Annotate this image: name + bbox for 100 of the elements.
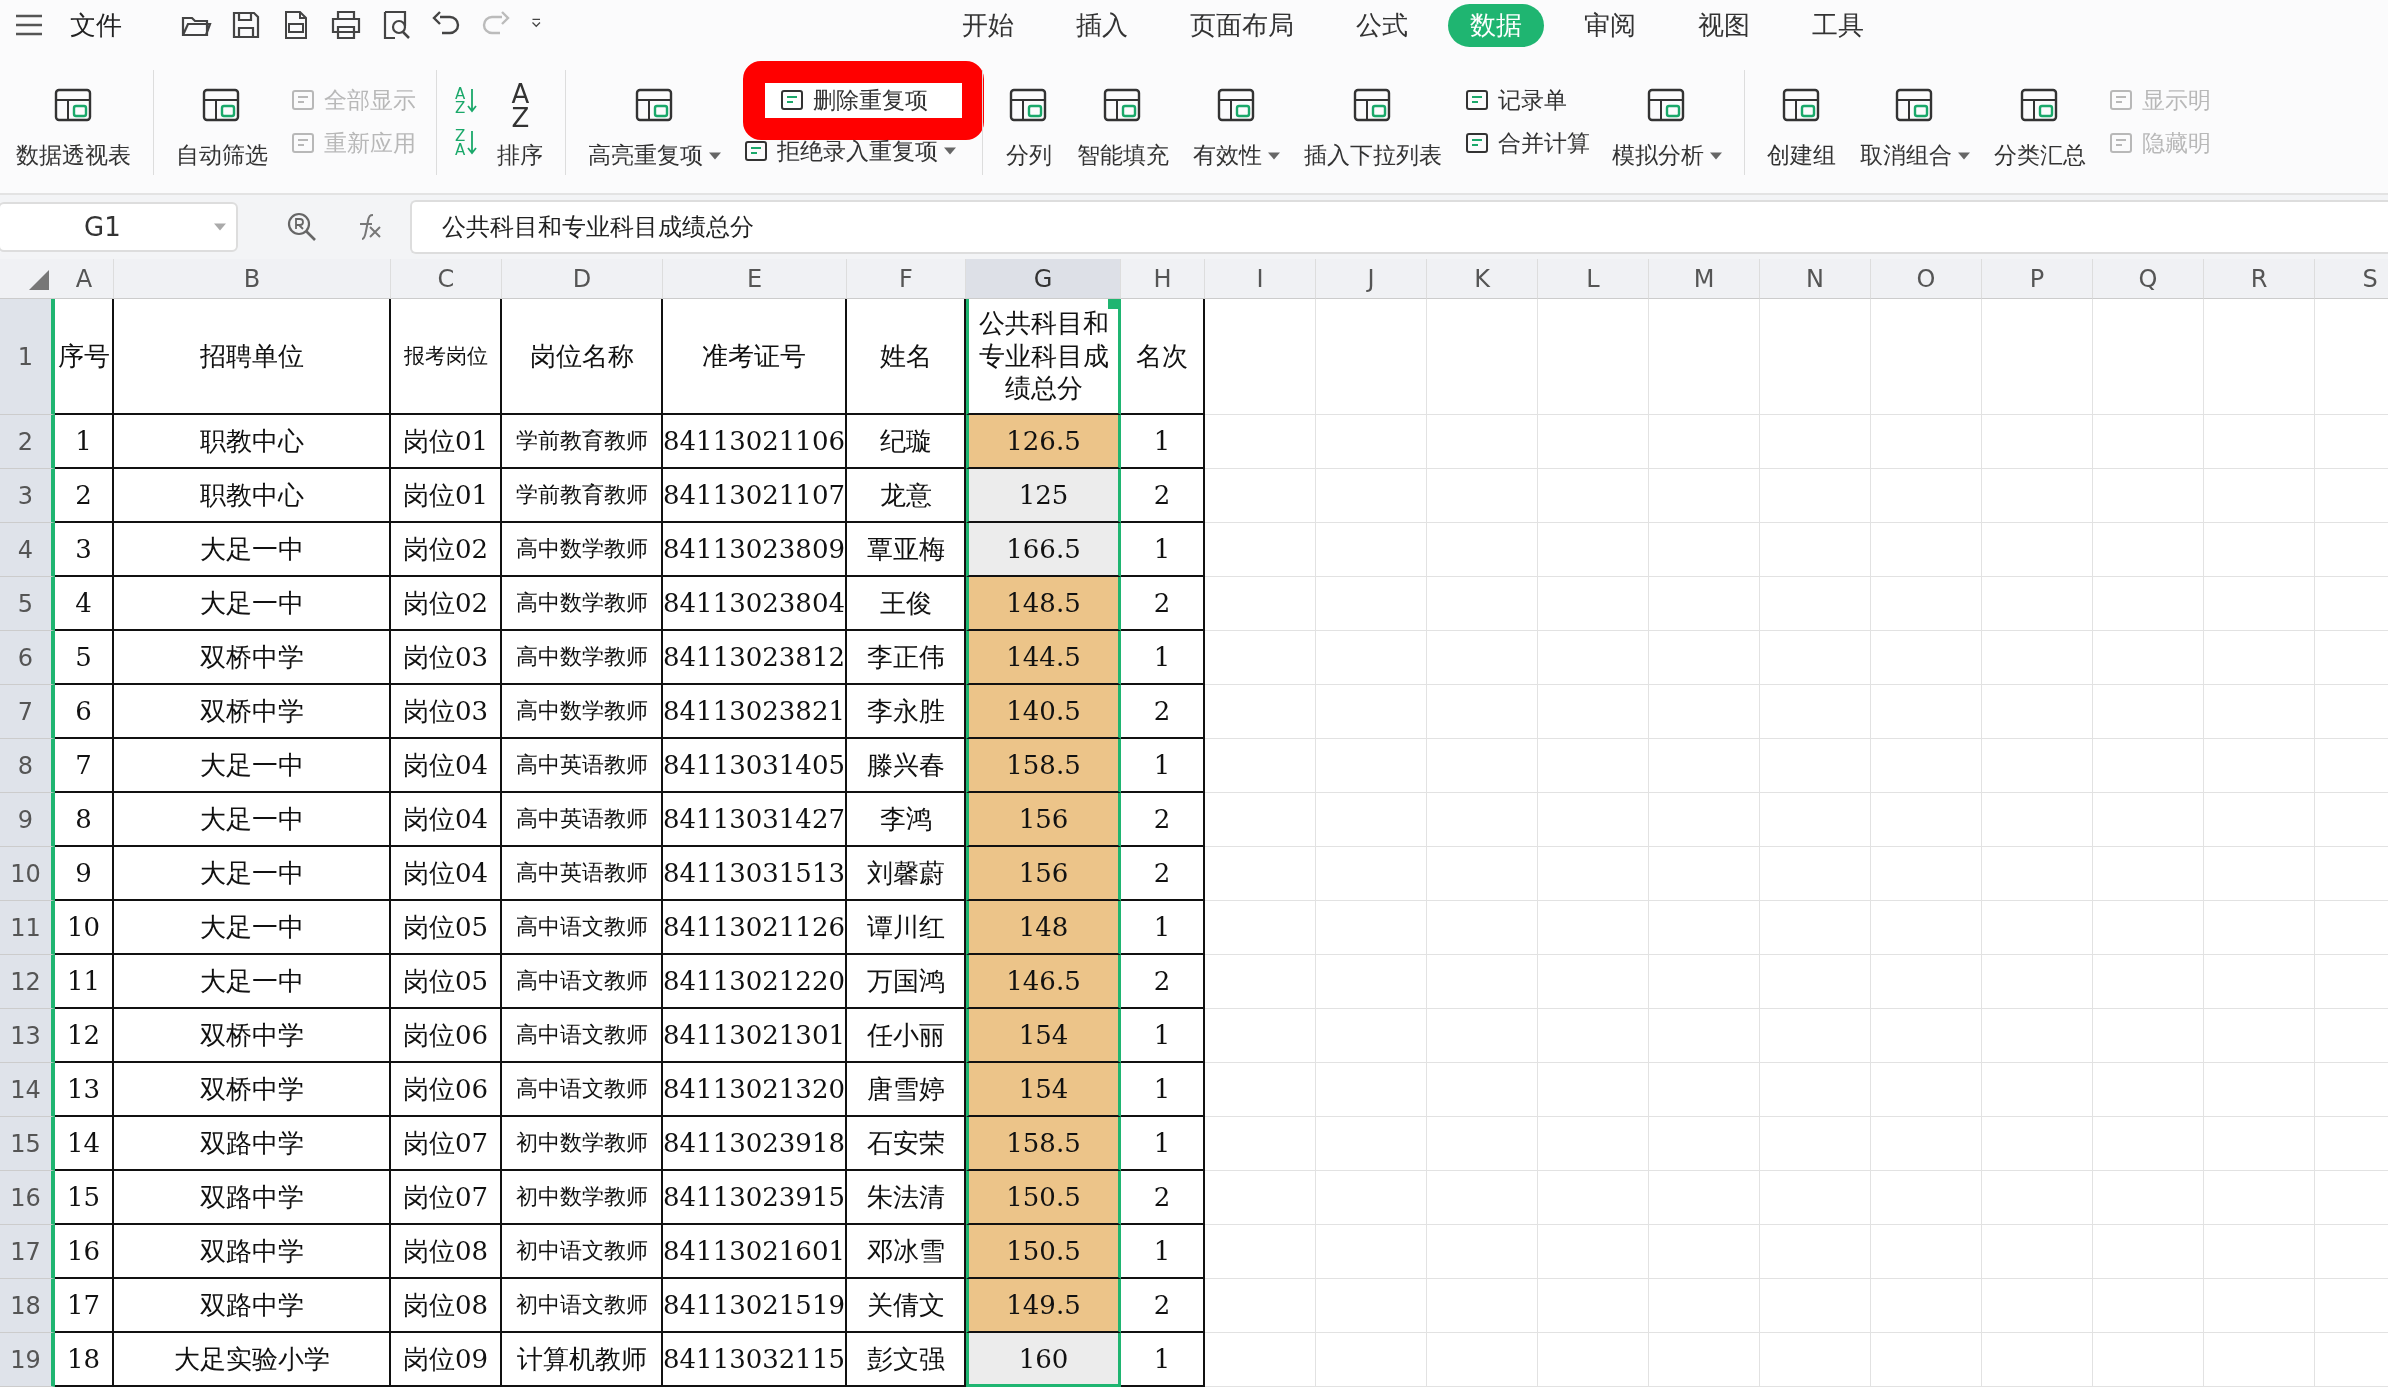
index-cell: 16 (55, 1225, 114, 1279)
rank-cell: 2 (1121, 577, 1205, 631)
header-cell: 报考岗位 (391, 299, 502, 415)
ribbon-button[interactable]: 记录单 (1460, 82, 1572, 118)
rank-cell: 1 (1121, 1333, 1205, 1387)
column-header[interactable]: Q (2093, 259, 2204, 299)
column-header[interactable]: H (1121, 259, 1205, 299)
column-header[interactable]: K (1427, 259, 1538, 299)
menu-icon[interactable] (14, 13, 44, 37)
row-header[interactable]: 8 (0, 739, 55, 793)
index-cell: 11 (55, 955, 114, 1009)
score-cell: 154 (966, 1063, 1121, 1117)
ribbon-button[interactable]: 取消组合 (1848, 50, 1983, 193)
ribbon-button[interactable]: 合并计算 (1460, 125, 1595, 161)
row-header[interactable]: 13 (0, 1009, 55, 1063)
unit-cell: 双路中学 (114, 1225, 391, 1279)
unit-cell: 大足实验小学 (114, 1333, 391, 1387)
row-header[interactable]: 3 (0, 469, 55, 523)
ribbon-button[interactable]: 智能填充 (1065, 50, 1182, 193)
ribbon-button[interactable]: A Z 排序 (485, 50, 556, 193)
ribbon-tab[interactable]: 审阅 (1562, 3, 1658, 47)
rank-cell: 2 (1121, 469, 1205, 523)
ribbon-button[interactable]: 拒绝录入重复项 (739, 133, 961, 169)
row-header[interactable]: 10 (0, 847, 55, 901)
post-name-cell: 高中数学教师 (502, 685, 663, 739)
column-header[interactable]: I (1205, 259, 1316, 299)
column-header[interactable]: F (847, 259, 966, 299)
column-header[interactable]: C (391, 259, 502, 299)
row-header[interactable]: 5 (0, 577, 55, 631)
print-icon[interactable] (330, 9, 362, 41)
ribbon-tab[interactable]: 公式 (1334, 3, 1430, 47)
ribbon-button[interactable]: 创建组 (1755, 50, 1849, 193)
column-header[interactable]: J (1316, 259, 1427, 299)
column-header[interactable]: P (1982, 259, 2093, 299)
ribbon-tab[interactable]: 工具 (1790, 3, 1886, 47)
index-cell: 10 (55, 901, 114, 955)
ribbon-tab[interactable]: 开始 (940, 3, 1036, 47)
row-header[interactable]: 15 (0, 1117, 55, 1171)
ribbon-button[interactable]: 数据透视表 (4, 50, 143, 193)
name-cell: 李正伟 (847, 631, 966, 685)
ticket-number-cell: 84113031513 (663, 847, 847, 901)
row-header[interactable]: 1 (0, 299, 55, 415)
ribbon-tab[interactable]: 插入 (1054, 3, 1150, 47)
down-arrow-icon (467, 87, 478, 114)
score-cell: 126.5 (966, 415, 1121, 469)
ticket-number-cell: 84113023804 (663, 577, 847, 631)
post-cell: 岗位05 (391, 955, 502, 1009)
unit-cell: 双路中学 (114, 1117, 391, 1171)
row-header[interactable]: 18 (0, 1279, 55, 1333)
save-icon[interactable] (230, 9, 262, 41)
row-header[interactable]: 14 (0, 1063, 55, 1117)
row-header[interactable]: 6 (0, 631, 55, 685)
select-all-icon[interactable] (29, 270, 49, 290)
row-header[interactable]: 17 (0, 1225, 55, 1279)
post-name-cell: 高中语文教师 (502, 1009, 663, 1063)
row-header[interactable]: 19 (0, 1333, 55, 1387)
column-header[interactable]: O (1871, 259, 1982, 299)
post-name-cell: 高中英语教师 (502, 793, 663, 847)
column-header[interactable]: A (55, 259, 114, 299)
caret-icon (1268, 151, 1281, 160)
post-cell: 岗位04 (391, 847, 502, 901)
row-header[interactable]: 12 (0, 955, 55, 1009)
row-header[interactable]: 16 (0, 1171, 55, 1225)
row-header[interactable]: 7 (0, 685, 55, 739)
column-header[interactable]: L (1538, 259, 1649, 299)
column-header[interactable]: G (966, 259, 1121, 299)
formula-field[interactable]: 公共科目和专业科目成绩总分 (410, 200, 2388, 254)
column-header[interactable]: D (502, 259, 663, 299)
score-cell: 148.5 (966, 577, 1121, 631)
ribbon-button[interactable]: 模拟分析 (1600, 50, 1735, 193)
column-header[interactable]: N (1760, 259, 1871, 299)
name-box[interactable]: G1 (0, 202, 238, 252)
index-cell: 14 (55, 1117, 114, 1171)
rank-cell: 2 (1121, 1279, 1205, 1333)
row-header[interactable]: 4 (0, 523, 55, 577)
rank-cell: 2 (1121, 847, 1205, 901)
ribbon-button[interactable]: 删除重复项 (775, 82, 933, 118)
column-header[interactable]: M (1649, 259, 1760, 299)
ribbon-button[interactable]: 插入下拉列表 (1292, 50, 1455, 193)
ribbon-button[interactable]: 自动筛选 (164, 50, 280, 193)
column-header[interactable]: S (2315, 259, 2388, 299)
rank-cell: 2 (1121, 955, 1205, 1009)
post-name-cell: 高中语文教师 (502, 1063, 663, 1117)
name-cell: 彭文强 (847, 1333, 966, 1387)
ticket-number-cell: 84113031427 (663, 793, 847, 847)
ribbon-tab[interactable]: 页面布局 (1168, 3, 1316, 47)
row-header[interactable]: 9 (0, 793, 55, 847)
column-header[interactable]: R (2204, 259, 2315, 299)
zoom-icon[interactable] (286, 211, 318, 243)
ribbon-button[interactable]: 分列 (993, 50, 1066, 193)
row-header[interactable]: 2 (0, 415, 55, 469)
ribbon-button[interactable]: 高亮重复项 (576, 50, 734, 193)
ribbon-button[interactable]: 有效性 (1181, 50, 1293, 193)
row-header[interactable]: 11 (0, 901, 55, 955)
ribbon-button[interactable]: 分类汇总 (1982, 50, 2099, 193)
rank-cell: 1 (1121, 415, 1205, 469)
column-header[interactable]: E (663, 259, 847, 299)
ribbon-tab[interactable]: 视图 (1676, 3, 1772, 47)
file-menu[interactable]: 文件 (70, 7, 122, 43)
column-header[interactable]: B (114, 259, 391, 299)
